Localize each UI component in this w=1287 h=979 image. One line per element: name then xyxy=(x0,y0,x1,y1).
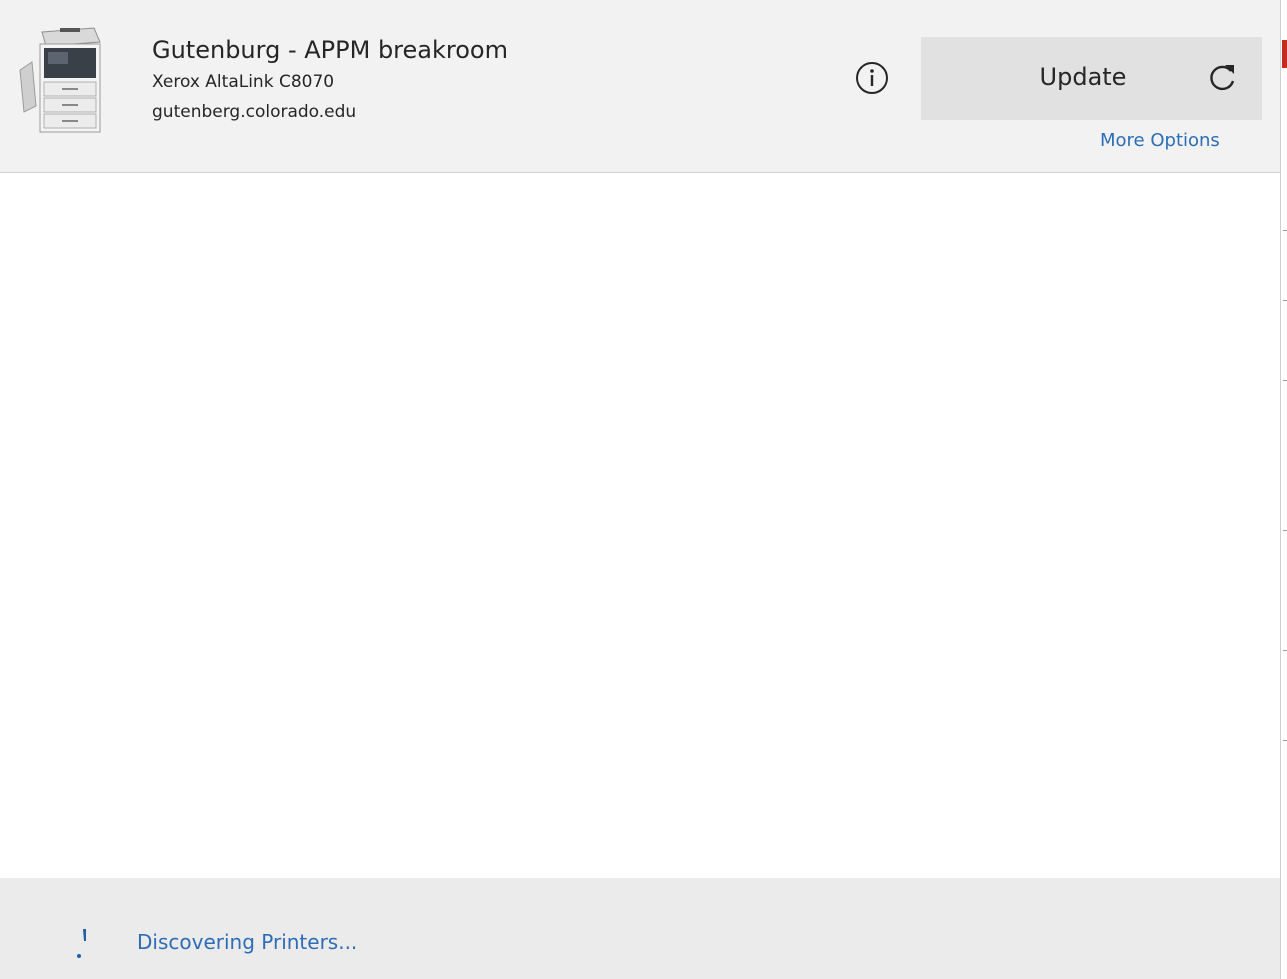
printer-hostname: gutenberg.colorado.edu xyxy=(152,102,357,122)
printer-icon xyxy=(16,22,108,134)
background-window-edge xyxy=(1280,0,1287,979)
info-icon[interactable] xyxy=(854,60,890,96)
update-button[interactable]: Update xyxy=(921,37,1262,120)
more-options-link[interactable]: More Options xyxy=(1100,130,1220,151)
printer-app-window: Gutenburg - APPM breakroom Xerox AltaLin… xyxy=(0,0,1287,979)
update-button-label: Update xyxy=(1039,63,1127,91)
status-bar: Discovering Printers... xyxy=(0,878,1280,979)
printer-name: Gutenburg - APPM breakroom xyxy=(152,36,508,64)
loading-spinner-icon xyxy=(74,925,94,959)
printer-list-area xyxy=(0,173,1280,878)
printer-card[interactable]: Gutenburg - APPM breakroom Xerox AltaLin… xyxy=(0,0,1280,173)
printer-model: Xerox AltaLink C8070 xyxy=(152,72,335,92)
discovery-status-text: Discovering Printers... xyxy=(137,930,358,954)
refresh-icon xyxy=(1205,61,1239,95)
